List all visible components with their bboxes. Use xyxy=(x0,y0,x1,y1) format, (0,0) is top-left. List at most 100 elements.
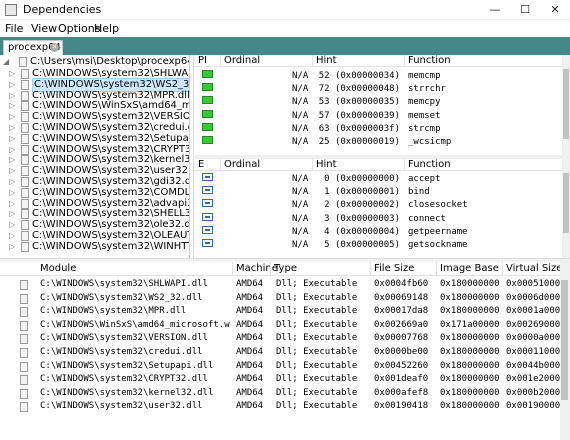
col-pi[interactable]: PI xyxy=(198,55,207,67)
module-row[interactable]: C:\WINDOWS\WinSxS\amd64_microsoft.window… xyxy=(0,319,560,332)
module-row[interactable]: C:\WINDOWS\system32\kernel32.dll AMD64 Dll… xyxy=(0,387,560,400)
dependency-tree[interactable]: ◢ C:\Users\msi\Desktop\procexp64.exe ▷ C:… xyxy=(0,55,190,258)
col-e[interactable]: E xyxy=(198,159,204,171)
modules-scrollbar[interactable] xyxy=(560,262,570,440)
col-function[interactable]: Function xyxy=(408,55,451,67)
expand-icon[interactable]: ▷ xyxy=(9,241,15,253)
module-row[interactable]: C:\WINDOWS\system32\WS2_32.dll AMD64 Dll; … xyxy=(0,292,560,305)
menu-help[interactable]: Help xyxy=(94,22,119,35)
scroll-thumb[interactable] xyxy=(561,280,568,400)
file-size: 0x00452260 xyxy=(374,360,429,371)
module-row[interactable]: C:\WINDOWS\system32\SHLWAPI.dll AMD64 Dll;… xyxy=(0,278,560,291)
module-row[interactable]: C:\WINDOWS\system32\MPR.dll AMD64 Dll; Exe… xyxy=(0,305,560,318)
file-icon xyxy=(21,166,29,177)
file-icon xyxy=(21,220,29,231)
file-icon xyxy=(21,90,29,101)
app-icon xyxy=(5,4,17,16)
col-hint[interactable]: Hint xyxy=(316,55,337,67)
menu-file[interactable]: File xyxy=(5,22,23,35)
collapse-icon[interactable]: ◢ xyxy=(3,56,9,68)
export-row[interactable]: N/A 3 (0x00000003) connect xyxy=(194,212,564,225)
type: Dll; Executable xyxy=(276,319,358,330)
export-row[interactable]: N/A 1 (0x00000001) bind xyxy=(194,186,564,198)
hint: 25 (0x00000019) xyxy=(318,137,400,147)
export-row[interactable]: N/A 5 (0x00000005) getsockname xyxy=(194,239,564,251)
virtual-size: 0x0001a000 xyxy=(506,306,561,317)
virtual-size: 0x000b2000 xyxy=(506,387,561,398)
col-function[interactable]: Function xyxy=(408,159,451,171)
col-virtual-size[interactable]: Virtual Size xyxy=(506,263,562,274)
module-row[interactable]: C:\WINDOWS\system32\Setupapi.dll AMD64 Dll… xyxy=(0,360,560,373)
ordinal: N/A xyxy=(292,200,309,211)
col-image-base[interactable]: Image Base xyxy=(440,263,499,274)
module-icon xyxy=(20,280,28,290)
ordinal: N/A xyxy=(292,97,309,108)
file-size: 0x00007768 xyxy=(374,333,429,344)
file-icon xyxy=(21,231,29,241)
hint: 72 (0x00000048) xyxy=(318,84,400,95)
import-row[interactable]: N/A 72 (0x00000048) strrchr xyxy=(194,83,564,95)
file-icon xyxy=(21,101,29,112)
file-icon xyxy=(21,177,29,187)
file-size: 0x001deaf0 xyxy=(374,374,429,385)
col-ordinal[interactable]: Ordinal xyxy=(224,55,260,67)
col-ordinal[interactable]: Ordinal xyxy=(224,159,260,171)
tree-root-label: C:\Users\msi\Desktop\procexp64.exe xyxy=(30,56,189,67)
image-base: 0x180000000 xyxy=(440,279,500,289)
hint: 5 (0x00000005) xyxy=(324,240,400,250)
function-name: getpeername xyxy=(408,226,468,237)
import-row[interactable]: N/A 25 (0x00000019) _wcsicmp xyxy=(194,136,564,148)
module-icon xyxy=(20,375,28,386)
export-row[interactable]: N/A 4 (0x00000004) getpeername xyxy=(194,225,564,238)
export-function-icon xyxy=(202,239,213,247)
module-row[interactable]: C:\WINDOWS\system32\user32.dll AMD64 Dll; … xyxy=(0,400,560,413)
scroll-thumb[interactable] xyxy=(563,173,569,233)
file-icon xyxy=(21,198,29,209)
module-row[interactable]: C:\WINDOWS\system32\CRYPT32.dll AMD64 Dll;… xyxy=(0,373,560,386)
tab-close-icon[interactable]: ✕ xyxy=(50,43,59,52)
scroll-thumb[interactable] xyxy=(563,69,569,139)
type: Dll; Executable xyxy=(276,347,358,357)
col-module[interactable]: Module xyxy=(40,263,76,274)
imports-panel: PI Ordinal Hint Function N/A 52 (0x000000… xyxy=(193,55,570,155)
ordinal: N/A xyxy=(292,187,309,198)
module-row[interactable]: C:\WINDOWS\system32\VERSION.dll AMD64 Dll;… xyxy=(0,332,560,345)
import-row[interactable]: N/A 57 (0x00000039) memset xyxy=(194,109,564,122)
module-row[interactable]: C:\WINDOWS\system32\credui.dll AMD64 Dll; … xyxy=(0,346,560,359)
image-base: 0x180000000 xyxy=(440,306,500,317)
machine: AMD64 xyxy=(236,401,264,412)
file-icon xyxy=(21,69,29,79)
tree-root[interactable]: ◢ C:\Users\msi\Desktop\procexp64.exe xyxy=(0,56,189,68)
machine: AMD64 xyxy=(236,360,264,371)
import-row[interactable]: N/A 52 (0x00000034) memcmp xyxy=(194,70,564,82)
image-base: 0x171a00000 xyxy=(440,319,500,330)
minimize-button[interactable]: — xyxy=(480,0,510,20)
close-button[interactable]: ✕ xyxy=(540,0,570,20)
file-size: 0x00017da8 xyxy=(374,306,429,317)
virtual-size: 0x00269000 xyxy=(506,319,561,330)
file-size: 0x000afef8 xyxy=(374,387,429,398)
col-type[interactable]: Type xyxy=(274,263,297,274)
file-size: 0x00069148 xyxy=(374,292,429,303)
imports-scrollbar[interactable] xyxy=(562,55,570,155)
tree-item[interactable]: ▷ C:\WINDOWS\system32\WINHTTP.dll xyxy=(0,240,189,253)
tab-procexp64[interactable]: procexp64 ✕ xyxy=(3,40,63,55)
col-machine[interactable]: Machine xyxy=(236,263,278,274)
exports-scrollbar[interactable] xyxy=(562,159,570,258)
menu-view[interactable]: View xyxy=(31,22,57,35)
col-hint[interactable]: Hint xyxy=(316,159,337,171)
export-function-icon xyxy=(202,186,213,195)
type: Dll; Executable xyxy=(276,387,358,398)
module-path: C:\WINDOWS\system32\CRYPT32.dll xyxy=(40,374,208,385)
col-file-size[interactable]: File Size xyxy=(374,263,414,274)
import-row[interactable]: N/A 53 (0x00000035) memcpy xyxy=(194,96,564,108)
hint: 1 (0x00000001) xyxy=(324,187,400,198)
module-icon xyxy=(20,293,28,304)
export-row[interactable]: N/A 0 (0x00000000) accept xyxy=(194,173,564,185)
import-row[interactable]: N/A 63 (0x0000003f) strcmp xyxy=(194,122,564,135)
machine: AMD64 xyxy=(236,387,264,398)
file-size: 0x0004fb60 xyxy=(374,279,429,289)
export-row[interactable]: N/A 2 (0x00000002) closesocket xyxy=(194,199,564,211)
tree-item-label: C:\WINDOWS\system32\WINHTTP.dll xyxy=(32,240,189,252)
maximize-button[interactable]: ☐ xyxy=(510,0,540,20)
